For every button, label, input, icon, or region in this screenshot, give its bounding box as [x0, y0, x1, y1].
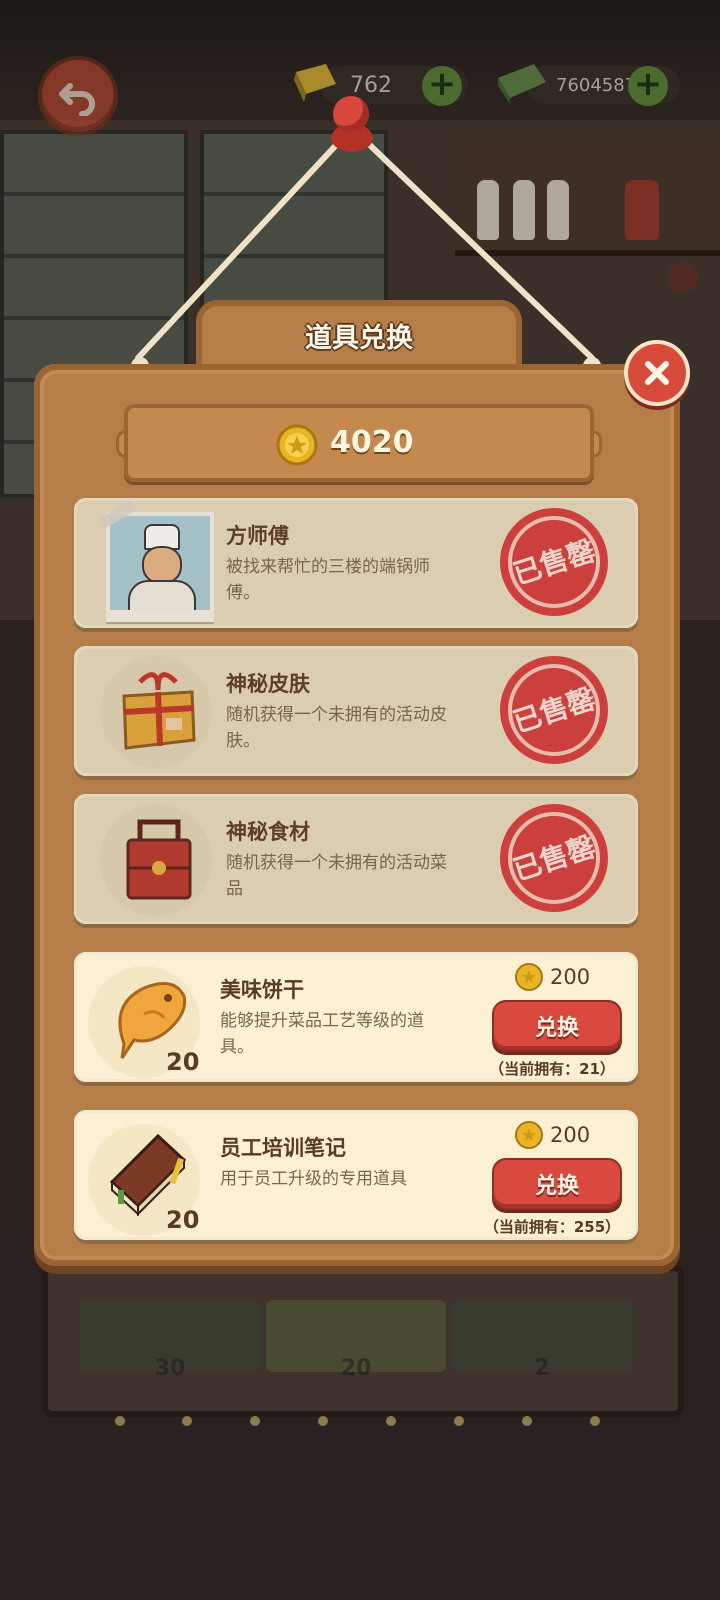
item-name: 美味饼干 — [220, 978, 304, 1002]
close-icon — [645, 361, 669, 385]
back-button[interactable] — [38, 56, 118, 136]
item-price: 200 — [514, 962, 590, 992]
chef-portrait-icon — [99, 499, 214, 622]
tray-count: 20 — [340, 1356, 372, 1381]
coin-icon — [515, 963, 543, 991]
item-name: 神秘皮肤 — [226, 672, 310, 696]
background-bottle-shelf — [455, 130, 720, 256]
background-close-icon — [668, 262, 698, 292]
item-description: 被找来帮忙的三楼的端锅师傅。 — [226, 557, 430, 603]
item-description: 随机获得一个未拥有的活动菜品 — [226, 853, 447, 899]
sold-out-text: 已售罄 — [509, 682, 599, 739]
back-arrow-icon — [59, 83, 95, 116]
food-box-icon — [126, 819, 192, 900]
tray-count: 30 — [154, 1356, 186, 1381]
item-description: 随机获得一个未拥有的活动皮肤。 — [226, 705, 447, 751]
gold-value: 762 — [350, 72, 392, 98]
item-name: 方师傅 — [226, 524, 289, 548]
add-gold-button[interactable]: + — [422, 66, 462, 106]
owned-count: （当前拥有：21） — [489, 1060, 615, 1078]
exchange-button[interactable]: 兑换 — [492, 1158, 622, 1210]
item-price: 200 — [514, 1120, 590, 1150]
coin-icon — [515, 1121, 543, 1149]
gift-box-icon — [122, 672, 196, 750]
coin-icon — [276, 424, 318, 466]
item-card: 神秘皮肤 随机获得一个未拥有的活动皮肤。 已售罄 — [74, 646, 638, 776]
price-value: 200 — [550, 1123, 591, 1147]
sold-out-stamp-icon: 已售罄 — [500, 656, 608, 764]
add-cash-button[interactable]: + — [628, 66, 668, 106]
item-card: 方师傅 被找来帮忙的三楼的端锅师傅。 已售罄 — [74, 498, 638, 628]
item-name: 神秘食材 — [226, 820, 310, 844]
item-card: 神秘食材 随机获得一个未拥有的活动菜品 已售罄 — [74, 794, 638, 924]
cash-stack-icon — [498, 64, 546, 104]
notebook-icon — [109, 1133, 187, 1216]
gold-bar-icon — [294, 64, 336, 102]
owned-count: （当前拥有：255） — [483, 1218, 621, 1236]
price-value: 200 — [550, 965, 591, 989]
sold-out-text: 已售罄 — [509, 830, 599, 887]
exchange-button[interactable]: 兑换 — [492, 1000, 622, 1052]
item-description: 用于员工升级的专用道具 — [220, 1169, 407, 1189]
sold-out-text: 已售罄 — [509, 534, 599, 591]
dialog-title: 道具兑换 — [305, 323, 413, 354]
sold-out-stamp-icon: 已售罄 — [500, 804, 608, 912]
coin-balance: 4020 — [330, 425, 414, 460]
item-name: 员工培训笔记 — [220, 1136, 346, 1160]
item-card: 20 员工培训笔记 用于员工升级的专用道具 200 兑换 （当前拥有：255） — [74, 1110, 638, 1240]
tray-count: 2 — [534, 1356, 550, 1381]
item-quantity: 20 — [166, 1048, 200, 1076]
sold-out-stamp-icon: 已售罄 — [500, 508, 608, 616]
item-quantity: 20 — [166, 1206, 200, 1234]
item-description: 能够提升菜品工艺等级的道具。 — [220, 1011, 424, 1057]
close-button[interactable] — [624, 340, 690, 406]
pin-head-icon — [333, 96, 369, 132]
item-card: 20 美味饼干 能够提升菜品工艺等级的道具。 200 兑换 （当前拥有：21） — [74, 952, 638, 1082]
